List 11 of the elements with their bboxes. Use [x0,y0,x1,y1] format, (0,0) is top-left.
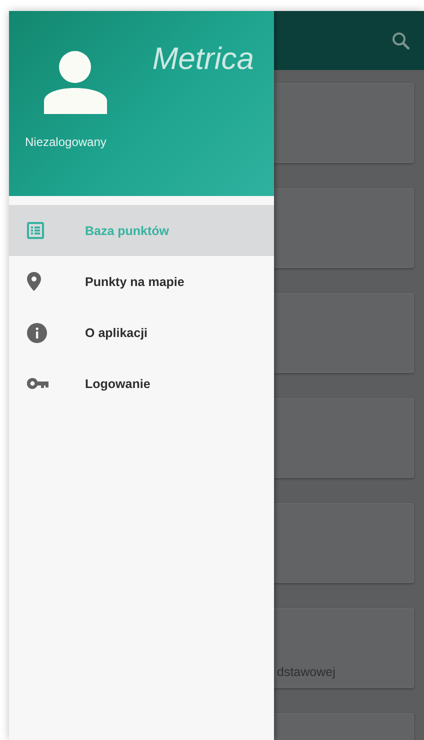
info-icon [27,322,47,342]
menu-item[interactable]: Punkty na mapie [9,256,274,307]
key-icon [27,378,49,389]
app-title: Metrica [152,41,254,78]
menu-item[interactable]: Logowanie [9,358,274,409]
menu-item[interactable]: O aplikacji [9,307,274,358]
location-pin-icon [27,272,41,291]
list-icon [27,222,44,239]
search-icon[interactable] [392,32,410,50]
user-status: Niezalogowany [25,135,108,149]
user-avatar-icon [43,51,109,115]
